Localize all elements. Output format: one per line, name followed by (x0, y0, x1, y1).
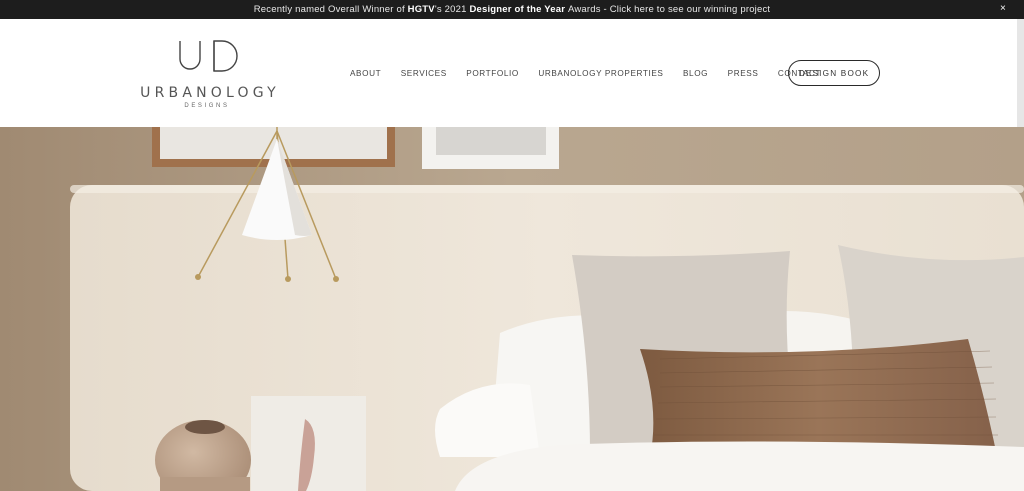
main-nav: ABOUT SERVICES PORTFOLIO URBANOLOGY PROP… (350, 59, 841, 87)
announcement-brand: HGTV (407, 4, 435, 15)
announcement-suffix: Awards - Click here to see our winning p… (567, 4, 771, 15)
logo[interactable]: URBANOLOGY DESIGNS (140, 39, 280, 114)
announcement-mid: 's 2021 (434, 4, 467, 15)
announcement-prefix: Recently named Overall Winner of (253, 4, 405, 15)
nav-services[interactable]: SERVICES (401, 69, 447, 78)
announcement-bar[interactable]: Recently named Overall Winner of HGTV's … (0, 0, 1024, 19)
nav-blog[interactable]: BLOG (683, 69, 708, 78)
bedroom-scene (0, 127, 1024, 491)
monogram-icon (179, 40, 238, 72)
design-book-button[interactable]: DESIGN BOOK (788, 60, 880, 86)
logo-wordmark: URBANOLOGY (140, 85, 280, 101)
hero-image (0, 127, 1024, 491)
nav-portfolio[interactable]: PORTFOLIO (466, 69, 519, 78)
nav-urbanology-properties[interactable]: URBANOLOGY PROPERTIES (538, 69, 663, 78)
nav-press[interactable]: PRESS (728, 69, 759, 78)
nav-about[interactable]: ABOUT (350, 69, 381, 78)
site-header: URBANOLOGY DESIGNS ABOUT SERVICES PORTFO… (0, 19, 1024, 127)
announcement-award: Designer of the Year (469, 4, 566, 15)
close-icon[interactable]: × (1000, 3, 1006, 14)
logo-subtitle: DESIGNS (184, 103, 230, 109)
